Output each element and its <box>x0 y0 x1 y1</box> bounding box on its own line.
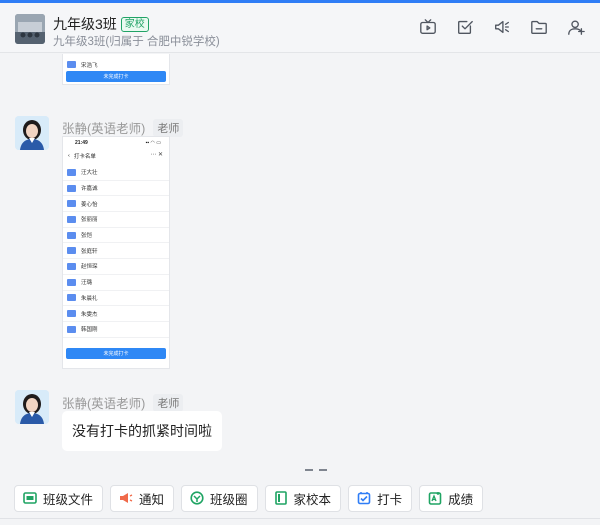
student-avatar-chip <box>67 262 76 270</box>
student-avatar-chip <box>67 215 76 223</box>
phone-signal-icon: ▪▪ ◠ ▭ <box>145 140 161 146</box>
teacher-avatar[interactable] <box>15 116 49 150</box>
phone-status-bar: 21:49 ▪▪ ◠ ▭ <box>63 137 169 149</box>
chat-message-area[interactable]: 宋浩飞 未完成打卡 张静(英语老师) 老师 21:49 ▪▪ ◠ ▭ ‹ 打卡名… <box>0 54 600 470</box>
student-name: 张丽丽 <box>81 217 98 224</box>
phone-nav-right: ⋯ ✕ <box>150 152 163 158</box>
list-item: 朱雯杰 <box>63 306 169 322</box>
tv-icon[interactable] <box>418 17 438 37</box>
list-item: 姜心怡 <box>63 196 169 213</box>
student-avatar-chip <box>67 168 76 176</box>
list-item: 张恺 <box>63 228 169 244</box>
image-message-partial[interactable]: 宋浩飞 未完成打卡 <box>62 54 170 85</box>
group-name: 九年级3班 <box>53 16 117 32</box>
toolbar-button-label: 通知 <box>139 492 165 507</box>
sender-name: 张静(英语老师) <box>62 122 146 136</box>
toolbar-button-label: 打卡 <box>377 492 403 507</box>
phone-time: 21:49 <box>75 140 88 146</box>
toolbar-button-notice[interactable]: 通知 <box>110 484 175 512</box>
list-item: 张庭轩 <box>63 243 169 260</box>
list-item: 张丽丽 <box>63 212 169 228</box>
phone-nav-bar: ‹ 打卡名单 ⋯ ✕ <box>63 149 169 162</box>
student-name: 汪璐 <box>81 280 93 287</box>
group-subtitle: 九年级3班(归属于 合肥中锐学校) <box>53 36 220 48</box>
toolbar-button-label: 成绩 <box>448 492 474 507</box>
student-name: 朱雯杰 <box>81 311 98 318</box>
list-item: 汪璐 <box>63 275 169 291</box>
student-name: 朱晨礼 <box>81 295 98 302</box>
scroll-indicator <box>305 469 327 471</box>
image-message[interactable]: 21:49 ▪▪ ◠ ▭ ‹ 打卡名单 ⋯ ✕ 汪大壮许嘉诚姜心怡张丽丽张恺张庭… <box>62 136 170 369</box>
student-avatar-chip <box>67 231 76 239</box>
toolbar-button-class-circle[interactable]: 班级圈 <box>181 484 258 512</box>
list-item: 许嘉诚 <box>63 181 169 197</box>
header-actions <box>418 17 586 37</box>
student-avatar-chip <box>67 325 76 333</box>
group-avatar[interactable] <box>15 14 45 44</box>
quick-action-toolbar: 班级文件 通知 班级圈 家校本 打卡 成绩 <box>0 478 600 518</box>
toolbar-button-label: 家校本 <box>293 492 332 507</box>
student-avatar-chip <box>67 310 76 318</box>
toolbar-button-class-file[interactable]: 班级文件 <box>14 484 104 512</box>
back-arrow-icon: ‹ <box>68 152 70 159</box>
student-name: 汪大壮 <box>81 170 98 177</box>
student-name: 张恺 <box>81 233 93 240</box>
sender-name: 张静(英语老师) <box>62 397 146 411</box>
student-avatar-chip <box>67 247 76 255</box>
check-in-icon <box>357 491 371 505</box>
toolbar-button-check-in[interactable]: 打卡 <box>348 484 413 512</box>
phone-nav-title: 打卡名单 <box>73 153 96 160</box>
class-file-icon <box>23 491 37 505</box>
notice-icon <box>119 491 133 505</box>
toolbar-button-label: 班级文件 <box>43 492 94 507</box>
grades-icon <box>428 491 442 505</box>
student-avatar-chip <box>67 294 76 302</box>
home-school-tag: 家校 <box>120 16 149 32</box>
text-message-bubble[interactable]: 没有打卡的抓紧时间啦 <box>62 411 222 451</box>
message-sender: 张静(英语老师) 老师 <box>62 118 184 137</box>
student-name: 张庭轩 <box>81 248 98 255</box>
checkbox-icon[interactable] <box>455 17 475 37</box>
list-item: 韩国刚 <box>63 322 169 338</box>
student-avatar-chip <box>67 278 76 286</box>
chat-header: 九年级3班 家校 九年级3班(归属于 合肥中锐学校) <box>0 3 600 53</box>
checkin-list: 汪大壮许嘉诚姜心怡张丽丽张恺张庭轩赵恒琛汪璐朱晨礼朱雯杰韩国刚 <box>63 165 169 338</box>
add-member-icon[interactable] <box>566 17 586 37</box>
student-name: 赵恒琛 <box>81 264 98 271</box>
list-item: 朱晨礼 <box>63 291 169 307</box>
toolbar-button-label: 班级圈 <box>210 492 248 507</box>
student-avatar-chip <box>67 184 76 192</box>
unfinished-checkin-button-mini: 未完成打卡 <box>66 71 166 82</box>
home-school-book-icon <box>274 491 288 505</box>
student-avatar-chip <box>67 200 76 208</box>
message-sender: 张静(英语老师) 老师 <box>62 393 184 412</box>
role-badge: 老师 <box>153 118 184 137</box>
role-badge: 老师 <box>153 393 184 412</box>
student-name: 韩国刚 <box>81 327 98 334</box>
teacher-avatar[interactable] <box>15 390 49 424</box>
student-name: 姜心怡 <box>81 201 98 208</box>
announcement-icon[interactable] <box>492 17 512 37</box>
group-title: 九年级3班 家校 <box>53 14 149 34</box>
unfinished-checkin-button: 未完成打卡 <box>66 348 166 359</box>
input-divider <box>0 518 600 519</box>
class-circle-icon <box>190 491 204 505</box>
student-name: 许嘉诚 <box>81 186 98 193</box>
toolbar-button-home-school-book[interactable]: 家校本 <box>264 484 342 512</box>
toolbar-button-grades[interactable]: 成绩 <box>419 484 484 512</box>
list-item: 赵恒琛 <box>63 259 169 275</box>
folder-icon[interactable] <box>529 17 549 37</box>
list-item: 汪大壮 <box>63 165 169 181</box>
